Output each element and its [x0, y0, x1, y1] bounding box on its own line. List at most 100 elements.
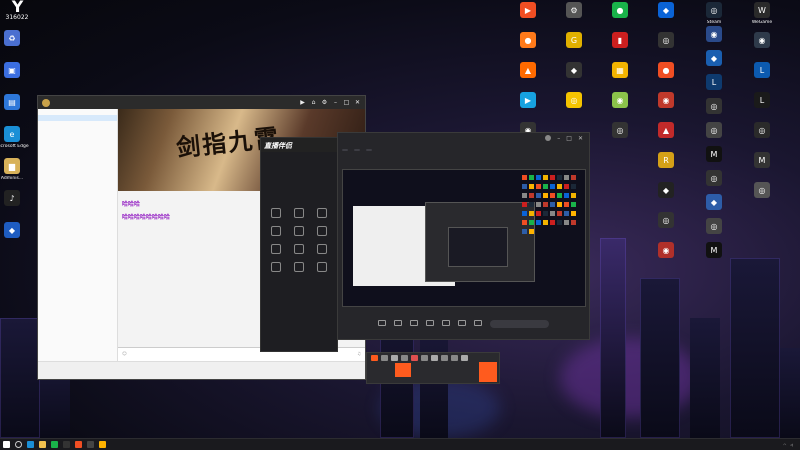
- settings-icon[interactable]: ⚙: [321, 99, 328, 106]
- desktop-icon[interactable]: ⚙: [552, 2, 596, 30]
- desktop-icon[interactable]: ▦: [598, 62, 642, 90]
- desktop-icon[interactable]: ◉: [598, 92, 642, 120]
- app-icon[interactable]: [87, 441, 94, 448]
- desktop-icon[interactable]: L: [740, 62, 784, 90]
- desktop-icon[interactable]: ▮: [598, 32, 642, 60]
- desktop-icon[interactable]: W WeGame: [740, 2, 784, 30]
- desktop-icon[interactable]: ◆: [552, 62, 596, 90]
- mic-icon[interactable]: ♫: [357, 352, 361, 357]
- tool-item[interactable]: [265, 244, 286, 256]
- desktop-icon[interactable]: R: [644, 152, 688, 180]
- minimize-icon[interactable]: –: [332, 99, 339, 106]
- control-icon[interactable]: [441, 355, 448, 361]
- desktop-icon[interactable]: ◎: [598, 122, 642, 150]
- stream-tool[interactable]: [474, 320, 482, 328]
- control-icon[interactable]: [371, 355, 378, 361]
- start-live-button[interactable]: [479, 362, 497, 382]
- desktop-icon[interactable]: ◉: [644, 242, 688, 270]
- stream-comment-input[interactable]: [490, 320, 549, 328]
- stream-preview[interactable]: [342, 169, 586, 307]
- close-icon[interactable]: ✕: [578, 135, 583, 142]
- app-icon[interactable]: [63, 441, 70, 448]
- desktop-icon[interactable]: L: [740, 92, 784, 120]
- desktop-icon[interactable]: ◎: [740, 122, 784, 150]
- desktop-icon[interactable]: ◎: [644, 212, 688, 240]
- chat-titlebar[interactable]: ▶ ⌂ ⚙ – □ ✕: [38, 96, 365, 109]
- tool-item[interactable]: [312, 208, 333, 220]
- desktop-icon[interactable]: M: [692, 242, 736, 270]
- explorer-icon[interactable]: [39, 441, 46, 448]
- desktop-icon[interactable]: ◉: [644, 92, 688, 120]
- desktop-icon[interactable]: ▆ Adminis...: [0, 158, 34, 186]
- desktop-user-badge[interactable]: Y 316022: [2, 0, 32, 21]
- stream-pill-3[interactable]: [366, 149, 372, 151]
- control-icon[interactable]: [391, 355, 398, 361]
- windows-icon[interactable]: [3, 441, 10, 448]
- desktop-icon[interactable]: ●: [506, 32, 550, 60]
- desktop-icon[interactable]: ◎: [740, 182, 784, 210]
- chat-icon[interactable]: [51, 441, 58, 448]
- desktop-icon[interactable]: ◎: [644, 32, 688, 60]
- desktop-icon[interactable]: ◆: [644, 182, 688, 210]
- tool-item[interactable]: [265, 262, 286, 274]
- desktop-icon[interactable]: M: [740, 152, 784, 180]
- desktop-icon[interactable]: ◎: [552, 92, 596, 120]
- stream-tool[interactable]: [442, 320, 450, 328]
- control-icon[interactable]: [411, 355, 418, 361]
- desktop-icon[interactable]: e Microsoft Edge: [0, 126, 34, 154]
- play-icon[interactable]: ▶: [299, 99, 306, 106]
- control-icon[interactable]: [451, 355, 458, 361]
- tool-item[interactable]: [288, 226, 309, 238]
- emoji-icon[interactable]: ☺: [122, 352, 127, 357]
- desktop-icon[interactable]: ▲: [644, 122, 688, 150]
- tool-item[interactable]: [312, 244, 333, 256]
- desktop-icon[interactable]: ●: [644, 62, 688, 90]
- stream-pill-2[interactable]: [354, 149, 360, 151]
- desktop-icon[interactable]: ▶: [506, 92, 550, 120]
- home-icon[interactable]: ⌂: [310, 99, 317, 106]
- desktop-icon[interactable]: ◉: [740, 32, 784, 60]
- control-icon[interactable]: [381, 355, 388, 361]
- control-icon[interactable]: [421, 355, 428, 361]
- tool-item[interactable]: [288, 208, 309, 220]
- edge-icon[interactable]: [27, 441, 34, 448]
- stream-window[interactable]: – □ ✕: [337, 132, 590, 340]
- tool-item[interactable]: [312, 262, 333, 274]
- tool-item[interactable]: [265, 226, 286, 238]
- desktop-icon[interactable]: G: [552, 32, 596, 60]
- desktop-icon[interactable]: ▲: [506, 62, 550, 90]
- user-avatar[interactable]: [545, 135, 552, 141]
- live-control-bar[interactable]: [366, 352, 500, 384]
- member-list[interactable]: [38, 109, 118, 361]
- stream-tool[interactable]: [458, 320, 466, 328]
- control-icon[interactable]: [401, 355, 408, 361]
- stream-tool[interactable]: [426, 320, 434, 328]
- maximize-icon[interactable]: □: [343, 99, 350, 106]
- desktop-icon[interactable]: ◆: [644, 2, 688, 30]
- wifi-icon[interactable]: ◠: [783, 443, 786, 447]
- stream-pill-1[interactable]: [342, 149, 348, 151]
- tool-item[interactable]: [288, 262, 309, 274]
- control-icon[interactable]: [431, 355, 438, 361]
- stream-tool[interactable]: [378, 320, 386, 328]
- control-icon[interactable]: [461, 355, 468, 361]
- close-icon[interactable]: ✕: [354, 99, 361, 106]
- desktop-icon[interactable]: ♻: [0, 30, 34, 58]
- desktop-icon[interactable]: ▤: [0, 94, 34, 122]
- desktop-icon[interactable]: ♪: [0, 190, 34, 218]
- maximize-icon[interactable]: □: [566, 135, 572, 142]
- search-icon[interactable]: [15, 441, 22, 448]
- desktop-icon[interactable]: ▶: [506, 2, 550, 30]
- stream-tool[interactable]: [394, 320, 402, 328]
- app-icon[interactable]: [99, 441, 106, 448]
- volume-icon[interactable]: ◁: [790, 443, 793, 447]
- desktop-icon[interactable]: ◆: [0, 222, 34, 250]
- tool-item[interactable]: [265, 208, 286, 220]
- desktop-icon[interactable]: ▣: [0, 62, 34, 90]
- tool-item[interactable]: [288, 244, 309, 256]
- app-icon[interactable]: [75, 441, 82, 448]
- tool-item[interactable]: [312, 226, 333, 238]
- desktop-icon[interactable]: ●: [598, 2, 642, 30]
- live-companion-panel[interactable]: 直播伴侣: [260, 137, 338, 352]
- minimize-icon[interactable]: –: [557, 135, 560, 142]
